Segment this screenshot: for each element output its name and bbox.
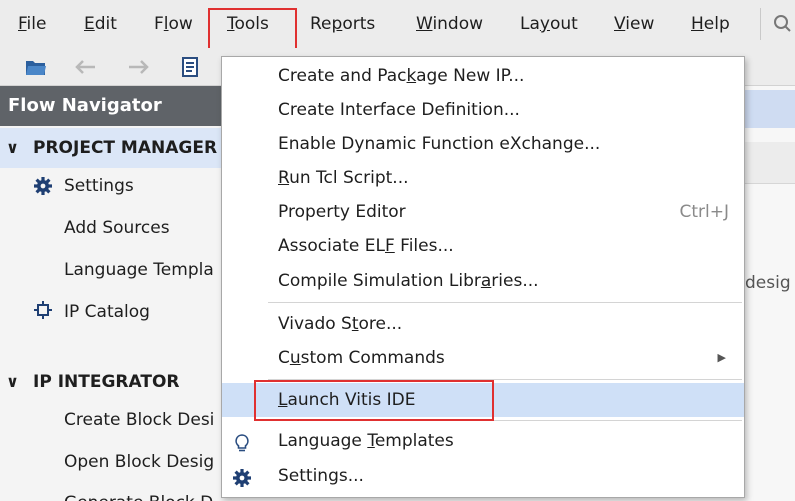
menu-bar: File Edit Flow Tools Reports Window Layo…	[0, 0, 795, 48]
gear-icon	[33, 176, 53, 196]
nav-item-ip-catalog[interactable]: IP Catalog	[64, 297, 150, 327]
menu-edit[interactable]: Edit	[84, 12, 117, 36]
menu-separator	[268, 379, 742, 380]
nav-item-settings[interactable]: Settings	[64, 171, 134, 201]
menu-item-settings[interactable]: Settings...	[222, 459, 744, 493]
menu-separator	[760, 8, 761, 40]
menu-item-launch-vitis-ide[interactable]: Launch Vitis IDE	[222, 383, 744, 417]
nav-item-create-block-design[interactable]: Create Block Design	[64, 405, 214, 435]
menu-item-run-tcl-script[interactable]: Run Tcl Script...	[222, 161, 744, 195]
menu-item-create-package-ip[interactable]: Create and Package New IP...	[222, 59, 744, 93]
quick-access-search-icon[interactable]	[772, 12, 795, 36]
section-project-manager[interactable]: ∨ PROJECT MANAGER	[0, 128, 240, 168]
menu-flow[interactable]: Flow	[154, 12, 193, 36]
menu-item-create-interface-definition[interactable]: Create Interface Definition...	[222, 93, 744, 127]
menu-help[interactable]: Help	[691, 12, 730, 36]
workspace-partial-text: desig	[745, 273, 791, 293]
menu-reports[interactable]: Reports	[310, 12, 375, 36]
section-ip-integrator[interactable]: ∨ IP INTEGRATOR	[0, 362, 240, 402]
ip-chip-icon	[33, 300, 53, 320]
nav-item-add-sources[interactable]: Add Sources	[64, 213, 170, 243]
menu-window[interactable]: Window	[416, 12, 483, 36]
lightbulb-icon	[232, 431, 252, 452]
nav-item-open-block-design[interactable]: Open Block Design	[64, 447, 214, 477]
shortcut-label: Ctrl+J	[679, 202, 729, 222]
menu-separator	[268, 420, 742, 421]
menu-item-enable-dfx[interactable]: Enable Dynamic Function eXchange...	[222, 127, 744, 161]
menu-item-property-editor[interactable]: Property Editor Ctrl+J	[222, 195, 744, 229]
nav-item-language-templates[interactable]: Language Templates	[64, 255, 214, 285]
undo-icon[interactable]	[74, 55, 98, 79]
submenu-arrow-icon: ▶	[717, 351, 726, 364]
menu-item-language-templates[interactable]: Language Templates	[222, 424, 744, 458]
menu-tools[interactable]: Tools	[227, 12, 269, 36]
menu-item-custom-commands[interactable]: Custom Commands ▶	[222, 341, 744, 375]
chevron-down-icon[interactable]: ∨	[6, 128, 19, 168]
flow-navigator-header: Flow Navigator	[0, 86, 240, 126]
report-document-icon[interactable]	[178, 55, 202, 79]
menu-view[interactable]: View	[614, 12, 654, 36]
menu-item-associate-elf[interactable]: Associate ELF Files...	[222, 229, 744, 263]
chevron-down-icon[interactable]: ∨	[6, 362, 19, 402]
menu-item-vivado-store[interactable]: Vivado Store...	[222, 307, 744, 341]
menu-layout[interactable]: Layout	[520, 12, 578, 36]
tools-dropdown-menu: Create and Package New IP... Create Inte…	[221, 56, 745, 498]
redo-icon[interactable]	[126, 55, 150, 79]
menu-separator	[268, 302, 742, 303]
menu-item-compile-sim-libraries[interactable]: Compile Simulation Libraries...	[222, 264, 744, 298]
open-project-icon[interactable]	[24, 55, 48, 79]
menu-file[interactable]: File	[18, 12, 46, 36]
nav-item-generate-block-design[interactable]: Generate Block Design	[64, 488, 214, 501]
gear-icon	[232, 466, 252, 487]
